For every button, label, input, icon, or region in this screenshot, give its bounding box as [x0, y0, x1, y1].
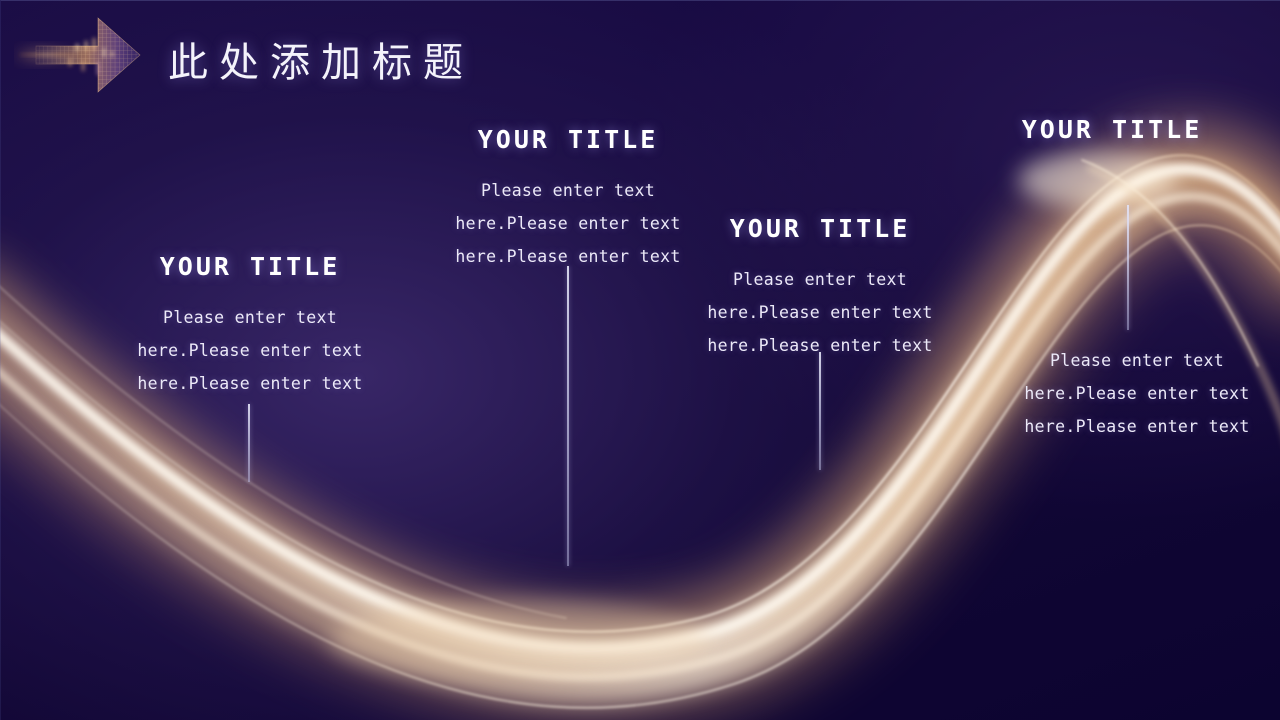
callout-2-title: YOUR TITLE — [477, 125, 659, 154]
page-title: 此处添加标题 — [168, 40, 474, 86]
pixel-arrow-right-icon — [14, 8, 150, 102]
callout-3-body-line-1: Please enter text — [733, 270, 907, 289]
callout-2-body-line-1: Please enter text — [481, 181, 655, 200]
callout-4-connector-line — [1127, 205, 1129, 330]
callout-1-body-line-2: here.Please enter text — [137, 341, 363, 360]
callout-1-body: Please enter text here.Please enter text… — [130, 301, 370, 400]
callout-2-body-line-3: here.Please enter text — [455, 247, 681, 266]
callout-2[interactable]: YOUR TITLE Please enter text here.Please… — [448, 127, 688, 273]
callout-3-connector-line — [819, 352, 821, 470]
callout-3[interactable]: YOUR TITLE Please enter text here.Please… — [700, 216, 940, 362]
callout-4-body: Please enter text here.Please enter text… — [1012, 344, 1262, 443]
callout-4-title: YOUR TITLE — [1021, 115, 1203, 144]
callout-4-body-line-1: Please enter text — [1050, 351, 1224, 370]
callout-1-title: YOUR TITLE — [159, 252, 341, 281]
callout-3-body-line-2: here.Please enter text — [707, 303, 933, 322]
callout-4-body-group[interactable]: Please enter text here.Please enter text… — [1012, 344, 1262, 443]
callout-2-body: Please enter text here.Please enter text… — [448, 174, 688, 273]
callout-3-body: Please enter text here.Please enter text… — [700, 263, 940, 362]
callout-1[interactable]: YOUR TITLE Please enter text here.Please… — [130, 254, 370, 400]
callout-1-body-line-3: here.Please enter text — [137, 374, 363, 393]
callout-4-body-line-2: here.Please enter text — [1024, 384, 1250, 403]
callout-1-body-line-1: Please enter text — [163, 308, 337, 327]
slide-header: 此处添加标题 — [0, 0, 1280, 110]
callout-4[interactable]: YOUR TITLE — [1012, 117, 1212, 142]
presentation-slide: 此处添加标题 YOUR TITLE Please enter text here… — [0, 0, 1280, 720]
callout-4-body-line-3: here.Please enter text — [1024, 417, 1250, 436]
callout-3-body-line-3: here.Please enter text — [707, 336, 933, 355]
callout-2-body-line-2: here.Please enter text — [455, 214, 681, 233]
callout-3-title: YOUR TITLE — [729, 214, 911, 243]
callout-2-connector-line — [567, 266, 569, 566]
callout-1-connector-line — [248, 404, 250, 482]
